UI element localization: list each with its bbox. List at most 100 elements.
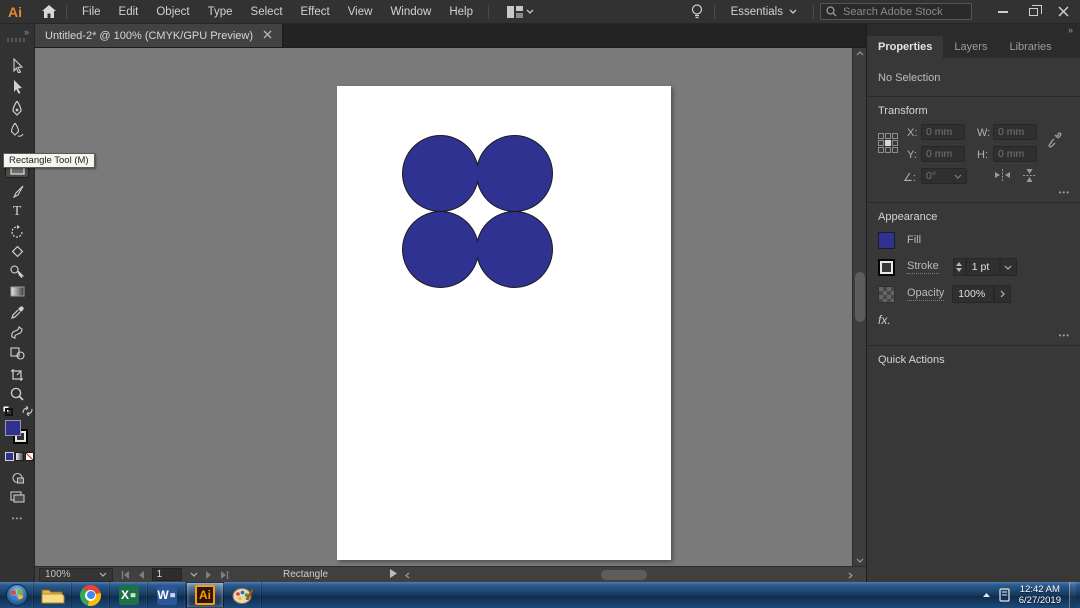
menu-help[interactable]: Help bbox=[440, 6, 482, 18]
artboard-chevron-icon[interactable] bbox=[190, 572, 198, 577]
scroll-down-icon[interactable] bbox=[856, 558, 864, 563]
arrange-documents-icon[interactable] bbox=[503, 4, 537, 20]
taskbar-chrome[interactable] bbox=[72, 582, 110, 608]
workspace-switcher[interactable]: Essentials bbox=[721, 6, 807, 18]
menu-type[interactable]: Type bbox=[199, 6, 242, 18]
menu-select[interactable]: Select bbox=[242, 6, 292, 18]
canvas[interactable] bbox=[35, 48, 852, 566]
paintbrush-tool[interactable] bbox=[5, 182, 29, 201]
opacity-options-icon[interactable] bbox=[994, 285, 1011, 303]
taskbar-file-explorer[interactable] bbox=[34, 582, 72, 608]
menu-edit[interactable]: Edit bbox=[110, 6, 148, 18]
show-desktop-button[interactable] bbox=[1069, 582, 1076, 608]
first-artboard-icon[interactable] bbox=[121, 571, 130, 579]
screen-mode-icon[interactable] bbox=[5, 487, 29, 506]
taskbar-paint[interactable] bbox=[224, 582, 262, 608]
horizontal-scrollbar[interactable] bbox=[403, 569, 855, 581]
scroll-up-icon[interactable] bbox=[856, 51, 864, 56]
horizontal-scroll-thumb[interactable] bbox=[601, 570, 647, 580]
drawing-modes-icon[interactable] bbox=[5, 468, 29, 487]
last-artboard-icon[interactable] bbox=[220, 571, 229, 579]
taskbar-excel[interactable]: X≣ bbox=[110, 582, 148, 608]
transform-more-options-icon[interactable]: ••• bbox=[1059, 188, 1070, 197]
vertical-scroll-thumb[interactable] bbox=[855, 272, 865, 322]
reference-point-grid[interactable] bbox=[878, 133, 898, 153]
taskbar-illustrator[interactable]: Ai bbox=[186, 582, 224, 608]
direct-selection-tool[interactable] bbox=[5, 77, 29, 96]
none-swatch[interactable] bbox=[25, 452, 34, 461]
stroke-weight-stepper[interactable] bbox=[953, 258, 966, 276]
next-artboard-icon[interactable] bbox=[206, 571, 212, 579]
artboard[interactable] bbox=[337, 86, 671, 560]
type-tool[interactable]: T bbox=[5, 202, 29, 221]
scroll-right-icon[interactable] bbox=[848, 572, 853, 579]
tab-close-icon[interactable] bbox=[263, 30, 272, 42]
eyedropper-tool[interactable] bbox=[5, 303, 29, 322]
pen-tool[interactable] bbox=[5, 99, 29, 118]
artboard-tool[interactable] bbox=[5, 365, 29, 384]
rotate-tool[interactable] bbox=[5, 222, 29, 241]
artboard-number-dropdown[interactable]: 1 bbox=[152, 568, 182, 581]
adobe-stock-search[interactable] bbox=[820, 3, 972, 20]
stroke-swatch[interactable] bbox=[878, 259, 895, 276]
stroke-weight-value[interactable]: 1 pt bbox=[966, 258, 1000, 276]
stroke-weight-dropdown[interactable] bbox=[1000, 258, 1017, 276]
curvature-tool[interactable] bbox=[5, 121, 29, 140]
menu-object[interactable]: Object bbox=[147, 6, 198, 18]
flip-vertical-icon[interactable] bbox=[1023, 169, 1036, 182]
x-field[interactable]: 0 mm bbox=[921, 124, 965, 140]
link-dimensions-icon[interactable] bbox=[1047, 129, 1063, 151]
tab-properties[interactable]: Properties bbox=[867, 36, 943, 58]
w-field[interactable]: 0 mm bbox=[993, 124, 1037, 140]
tab-layers[interactable]: Layers bbox=[943, 36, 998, 58]
opacity-label[interactable]: Opacity bbox=[907, 287, 944, 301]
menu-effect[interactable]: Effect bbox=[292, 6, 339, 18]
tools-drag-handle[interactable] bbox=[7, 38, 27, 42]
restore-button[interactable] bbox=[1022, 4, 1044, 20]
gradient-tool[interactable] bbox=[5, 282, 29, 301]
search-input[interactable] bbox=[841, 5, 951, 19]
blend-tool[interactable] bbox=[5, 323, 29, 342]
gradient-swatch[interactable] bbox=[15, 452, 24, 461]
taskbar-clock[interactable]: 12:42 AM 6/27/2019 bbox=[1019, 584, 1061, 606]
y-field[interactable]: 0 mm bbox=[921, 146, 965, 162]
start-button[interactable] bbox=[0, 582, 34, 608]
opacity-value[interactable]: 100% bbox=[952, 285, 994, 303]
taskbar-word[interactable]: W≣ bbox=[148, 582, 186, 608]
selection-tool[interactable] bbox=[5, 56, 29, 75]
menu-window[interactable]: Window bbox=[381, 6, 440, 18]
previous-artboard-icon[interactable] bbox=[138, 571, 144, 579]
document-tab[interactable]: Untitled-2* @ 100% (CMYK/GPU Preview) bbox=[35, 24, 283, 47]
flip-horizontal-icon[interactable] bbox=[995, 169, 1010, 181]
fill-swatch[interactable] bbox=[878, 232, 895, 249]
action-center-icon[interactable] bbox=[999, 588, 1011, 602]
shape-builder-tool[interactable] bbox=[5, 344, 29, 363]
appearance-more-options-icon[interactable]: ••• bbox=[1059, 331, 1070, 340]
zoom-level-dropdown[interactable]: 100% bbox=[39, 568, 113, 582]
stroke-label[interactable]: Stroke bbox=[907, 260, 939, 274]
minimize-button[interactable] bbox=[992, 4, 1014, 20]
expand-tools-icon[interactable]: » bbox=[24, 27, 30, 37]
show-hidden-icons-icon[interactable] bbox=[982, 592, 991, 598]
scroll-left-icon[interactable] bbox=[405, 572, 410, 579]
h-field[interactable]: 0 mm bbox=[993, 146, 1037, 162]
fill-color-swatch[interactable] bbox=[5, 420, 21, 436]
eraser-tool[interactable] bbox=[5, 242, 29, 261]
vertical-scrollbar[interactable] bbox=[852, 48, 866, 566]
expand-panel-icon[interactable]: » bbox=[1068, 25, 1074, 35]
default-fill-stroke-icon[interactable] bbox=[3, 406, 33, 418]
menu-file[interactable]: File bbox=[73, 6, 110, 18]
opacity-swatch[interactable] bbox=[878, 286, 895, 303]
scale-tool[interactable] bbox=[5, 262, 29, 281]
tab-libraries[interactable]: Libraries bbox=[998, 36, 1062, 58]
color-swatch[interactable] bbox=[5, 452, 14, 461]
menu-view[interactable]: View bbox=[339, 6, 382, 18]
home-icon[interactable] bbox=[38, 4, 60, 20]
angle-dropdown[interactable]: 0° bbox=[921, 168, 967, 184]
fx-button[interactable]: fx. bbox=[878, 313, 891, 327]
close-button[interactable] bbox=[1052, 4, 1074, 20]
status-play-icon[interactable] bbox=[390, 569, 397, 581]
more-tools-icon[interactable]: ••• bbox=[0, 514, 35, 523]
lightbulb-icon[interactable] bbox=[686, 4, 708, 20]
zoom-tool[interactable] bbox=[5, 384, 29, 403]
